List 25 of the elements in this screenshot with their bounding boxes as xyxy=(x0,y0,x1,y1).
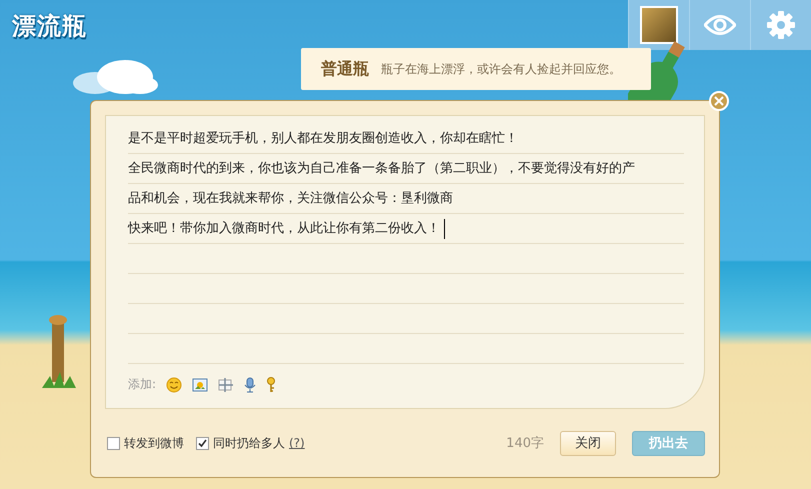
checkbox[interactable] xyxy=(107,436,120,450)
bottle-type: 普通瓶 xyxy=(321,58,369,80)
option-label[interactable]: 转发到微博 xyxy=(124,434,184,452)
bottle-description: 瓶子在海上漂浮，或许会有人捡起并回应您。 xyxy=(381,60,621,78)
help-link[interactable]: (?) xyxy=(289,436,305,450)
picture-icon[interactable] xyxy=(192,376,208,392)
close-button[interactable]: 关闭 xyxy=(560,430,616,456)
app-logo: 漂流瓶 xyxy=(12,11,87,42)
message-text: 快来吧！带你加入微商时代，从此让你有第二份收入！ xyxy=(128,220,440,238)
message-text: 全民微商时代的到来，你也该为自己准备一条备胎了（第二职业），不要觉得没有好的产 xyxy=(128,160,635,178)
message-text: 是不是平时超爱玩手机，别人都在发朋友圈创造收入，你却在瞎忙！ xyxy=(128,130,518,148)
avatar-photo[interactable] xyxy=(640,6,678,44)
char-counter: 140字 xyxy=(506,435,544,452)
smiley-icon[interactable] xyxy=(166,376,182,392)
message-text: 品和机会，现在我就来帮你，关注微信公众号：垦利微商 xyxy=(128,190,453,208)
message-input[interactable]: 是不是平时超爱玩手机，别人都在发朋友圈创造收入，你却在瞎忙！ 全民微商时代的到来，你也该为自己准备一条备胎了（第二职业），不要觉得没有好的产 品和机会，现在我就来帮你，关注微信公众号：垦利微商 快来吧！带你加入微商时代，从此让你有第二份收入！ 添加: xyxy=(105,115,705,410)
eye-icon[interactable] xyxy=(704,14,736,36)
settings-icon[interactable] xyxy=(767,11,795,39)
microphone-icon[interactable] xyxy=(244,376,256,392)
close-icon[interactable] xyxy=(709,91,729,111)
option-label[interactable]: 同时扔给多人 xyxy=(213,434,285,452)
text-cursor xyxy=(444,219,445,239)
checkbox[interactable] xyxy=(196,436,209,450)
key-icon[interactable] xyxy=(266,376,276,392)
attach-label: 添加: xyxy=(128,376,156,393)
